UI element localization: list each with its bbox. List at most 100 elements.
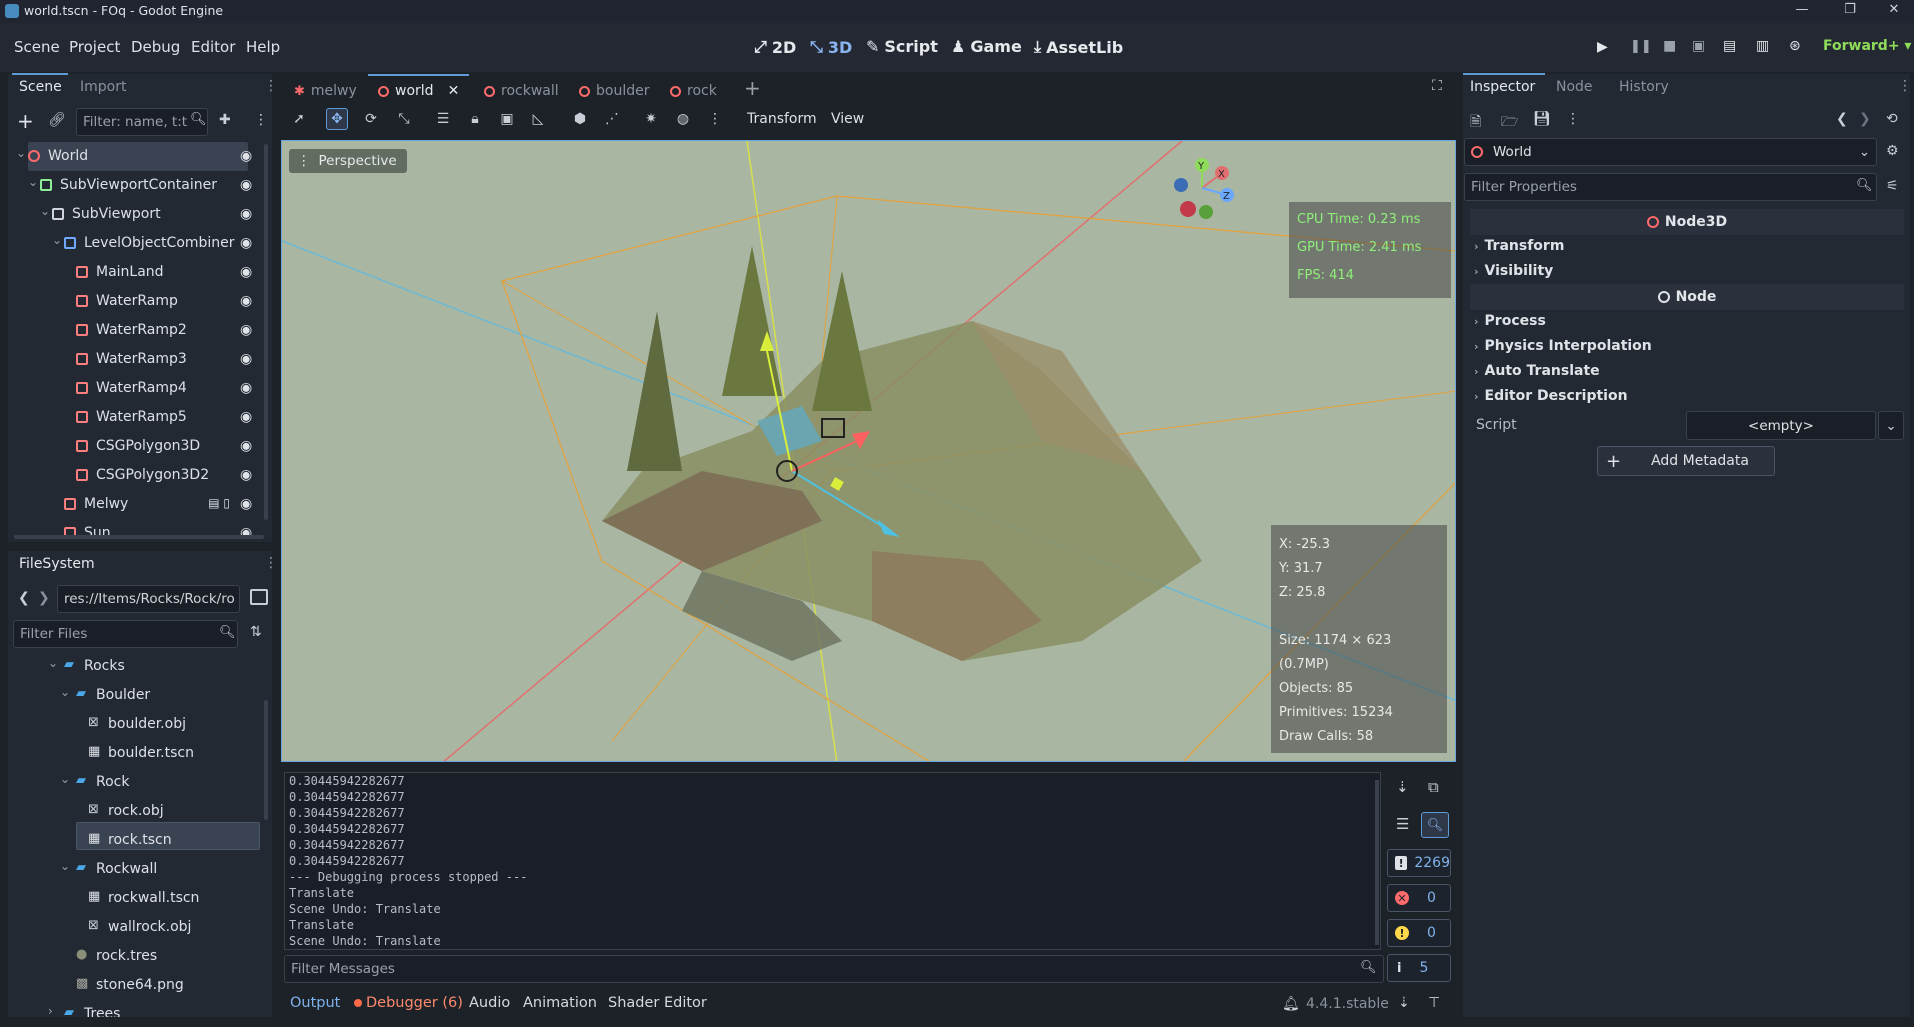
search-icon[interactable]: 🔍︎	[1421, 812, 1449, 838]
file-tree-item[interactable]: ⌄ ▰ Boulder	[12, 681, 262, 710]
lock-icon[interactable]: 🔒︎	[464, 108, 486, 130]
workspace-script-button[interactable]: ✎ Script	[866, 37, 938, 56]
filter-messages-input[interactable]: Filter Messages	[284, 955, 1384, 983]
snap-icon[interactable]: ⋰	[601, 108, 623, 130]
property-editor-description[interactable]: › Editor Description	[1474, 388, 1628, 404]
property-process[interactable]: › Process	[1474, 313, 1546, 329]
visibility-eye-icon[interactable]: ◉	[240, 235, 256, 251]
sun-preview-icon[interactable]: ✷	[640, 108, 662, 130]
distraction-free-icon[interactable]: ⛶	[1432, 78, 1442, 94]
resource-options-icon[interactable]: ⋮	[1566, 111, 1580, 127]
scene-tree-node[interactable]: ⌄ SubViewport ◉	[12, 200, 264, 229]
property-options-icon[interactable]: ⚟	[1886, 178, 1899, 194]
scene-options-icon[interactable]: ⋮	[254, 112, 268, 128]
attach-script-icon[interactable]: ✚	[219, 112, 231, 128]
ruler-icon[interactable]: ◺	[527, 108, 549, 130]
tab-audio[interactable]: Audio	[469, 995, 510, 1011]
tab-shader-editor[interactable]: Shader Editor	[608, 995, 707, 1011]
rotate-mode-icon[interactable]: ⟳	[360, 108, 382, 130]
move-mode-icon[interactable]: ✥	[326, 108, 348, 130]
scene-tree-node[interactable]: MainLand ◉	[12, 258, 264, 287]
scene-tree-node[interactable]: WaterRamp2 ◉	[12, 316, 264, 345]
group-icon[interactable]: ▣	[496, 108, 518, 130]
chevron-down-icon[interactable]: ⌄	[52, 233, 62, 247]
filter-files-input[interactable]: Filter Files	[13, 620, 238, 648]
back-icon[interactable]: ❮	[18, 590, 30, 606]
chevron-down-icon[interactable]: ⌄	[48, 656, 58, 670]
visibility-eye-icon[interactable]: ◉	[240, 148, 256, 164]
link-icon[interactable]: 🔗︎	[48, 112, 66, 128]
tab-scene[interactable]: Scene	[19, 79, 62, 95]
menu-help[interactable]: Help	[246, 38, 280, 56]
local-space-icon[interactable]: ⬢	[569, 108, 591, 130]
file-tree-item[interactable]: ⊠ boulder.obj	[12, 710, 262, 739]
path-field[interactable]: res://Items/Rocks/Rock/ro	[57, 585, 240, 613]
scene-tree-node[interactable]: WaterRamp3 ◉	[12, 345, 264, 374]
output-scrollbar[interactable]	[1375, 780, 1379, 945]
close-tab-icon[interactable]: ✕	[448, 83, 460, 99]
warning-count-badge[interactable]: ! 0	[1387, 919, 1451, 947]
editor-tab-world[interactable]: world ✕	[368, 74, 470, 103]
scene-tree-node[interactable]: ⌄ LevelObjectCombiner ◉	[12, 229, 264, 258]
chevron-down-icon[interactable]: ⌄	[60, 685, 70, 699]
chevron-down-icon[interactable]: ⌄	[40, 204, 50, 218]
menu-project[interactable]: Project	[69, 38, 120, 56]
workspace-2d-button[interactable]: ⤢ 2D	[754, 37, 796, 57]
visibility-eye-icon[interactable]: ◉	[240, 177, 256, 193]
property-physics-interpolation[interactable]: › Physics Interpolation	[1474, 338, 1652, 354]
file-tree-item[interactable]: ⊠ wallrock.obj	[12, 913, 262, 942]
message-count-badge[interactable]: ! 2269	[1387, 849, 1451, 877]
script-value-field[interactable]: <empty>	[1686, 411, 1876, 440]
scene-tree-scrollbar[interactable]	[264, 144, 268, 520]
sort-icon[interactable]: ⇅	[250, 624, 262, 640]
pin-icon[interactable]: ⇣	[1396, 778, 1409, 796]
pin-bottom-icon[interactable]: ⇣	[1398, 995, 1410, 1011]
transform-menu[interactable]: Transform	[747, 111, 817, 127]
scene-tree-node[interactable]: WaterRamp ◉	[12, 287, 264, 316]
inspector-menu-icon[interactable]: ⋮	[1898, 78, 1912, 94]
visibility-eye-icon[interactable]: ◉	[240, 351, 256, 367]
remote-debug-icon[interactable]: ▣	[1692, 38, 1705, 54]
renderer-select[interactable]: Forward+ ▾	[1823, 38, 1911, 54]
editor-tab-rock[interactable]: rock	[670, 79, 717, 103]
viewport-options-icon[interactable]: ⋮	[704, 108, 726, 130]
scene-filter-input[interactable]: Filter: name, t:t	[76, 108, 208, 136]
file-tree-item[interactable]: ⌄ ▰ Rockwall	[12, 855, 262, 884]
tab-debugger[interactable]: Debugger (6)	[354, 995, 463, 1011]
split-mode-icon[interactable]	[250, 589, 268, 605]
file-tree-item[interactable]: ▩ stone64.png	[12, 971, 262, 1000]
play-scene-icon[interactable]: ▤	[1723, 38, 1736, 54]
3d-viewport[interactable]: ⋮ Perspective Y X Z CPU Time: 0.23 ms GP…	[281, 140, 1456, 762]
visibility-eye-icon[interactable]: ◉	[240, 206, 256, 222]
filter-properties-input[interactable]: Filter Properties	[1464, 173, 1877, 201]
play-custom-scene-icon[interactable]: ▥	[1756, 38, 1769, 54]
chevron-down-icon[interactable]: ⌄	[60, 772, 70, 786]
new-resource-icon[interactable]: 🗎︎	[1470, 111, 1481, 135]
visibility-eye-icon[interactable]: ◉	[240, 438, 256, 454]
instance-scene-icon[interactable]: ▤ ▯	[208, 496, 230, 510]
notification-bell-icon[interactable]: 🔔︎	[1282, 996, 1300, 1012]
scene-tree-node[interactable]: Melwy ◉ ▤ ▯	[12, 490, 264, 519]
editor-tab-boulder[interactable]: boulder	[579, 79, 649, 103]
workspace-assetlib-button[interactable]: ⤓ AssetLib	[1034, 37, 1123, 57]
add-metadata-button[interactable]: + Add Metadata	[1597, 446, 1775, 476]
open-folder-icon[interactable]: 🗁︎	[1501, 111, 1518, 135]
environment-preview-icon[interactable]: ◍	[672, 108, 694, 130]
view-orientation-gizmo[interactable]: Y X Z	[1172, 153, 1242, 223]
collapse-icon[interactable]: ☰	[1396, 815, 1409, 833]
menu-editor[interactable]: Editor	[191, 38, 235, 56]
chevron-right-icon[interactable]: ›	[48, 1004, 53, 1017]
workspace-game-button[interactable]: ♟ Game	[951, 37, 1022, 56]
list-select-icon[interactable]: ☰	[432, 108, 454, 130]
property-visibility[interactable]: › Visibility	[1474, 263, 1553, 279]
scene-tree-node[interactable]: WaterRamp5 ◉	[12, 403, 264, 432]
file-tree-item[interactable]: ⊠ rock.obj	[12, 797, 262, 826]
file-tree-item[interactable]: ⌄ ▰ Rock	[12, 768, 262, 797]
history-forward-icon[interactable]: ❯	[1859, 111, 1871, 127]
movie-maker-icon[interactable]: ⊛	[1789, 38, 1801, 54]
file-tree-item[interactable]: ▦ rock.tscn	[12, 826, 262, 855]
new-tab-icon[interactable]: +	[744, 76, 761, 100]
menu-debug[interactable]: Debug	[131, 38, 180, 56]
file-tree-item[interactable]: › ▰ Trees	[12, 1000, 262, 1017]
scene-tree-hscrollbar[interactable]	[14, 535, 264, 539]
